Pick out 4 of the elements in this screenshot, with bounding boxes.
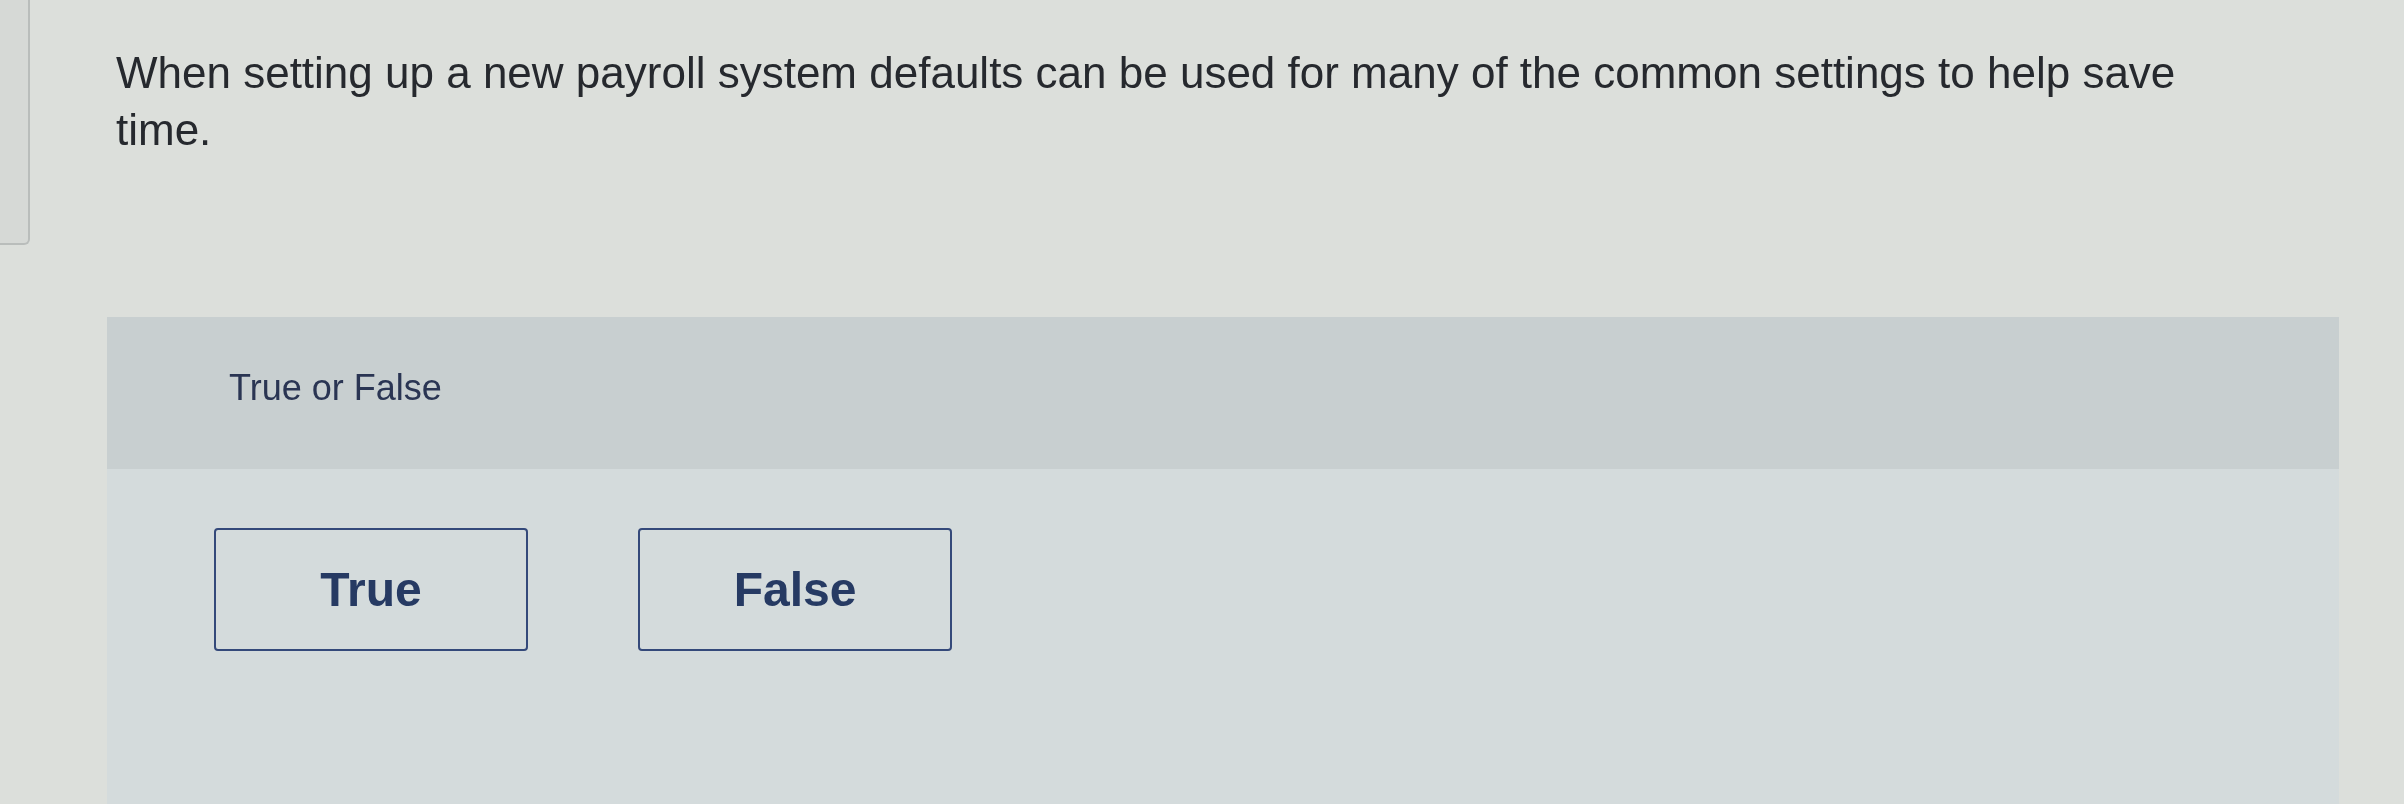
answer-option-button[interactable]: False: [638, 528, 952, 651]
answer-option-button[interactable]: True: [214, 528, 528, 651]
prompt-label: True or False: [229, 367, 442, 408]
question-text: When setting up a new payroll system defaults can be used for many of the common settings to help save time.: [116, 47, 2177, 156]
